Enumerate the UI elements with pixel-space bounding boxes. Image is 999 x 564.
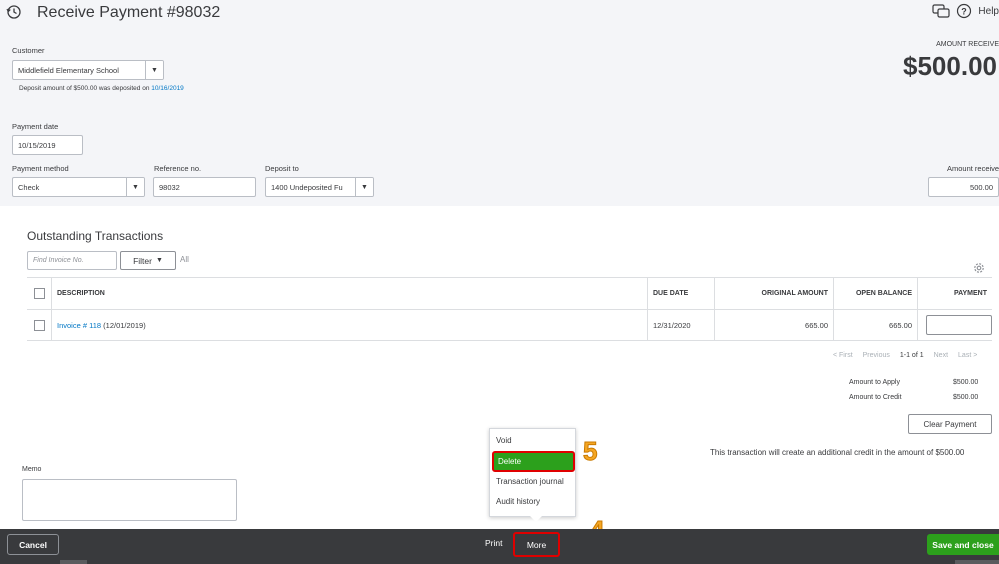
payment-date-label: Payment date <box>12 122 59 131</box>
invoice-date: (12/01/2019) <box>103 320 146 330</box>
column-payment[interactable]: PAYMENT <box>918 278 992 309</box>
pager-range: 1-1 of 1 <box>899 352 924 359</box>
credit-message: This transaction will create an addition… <box>710 448 965 457</box>
pagination: < First Previous 1-1 of 1 Next Last > <box>833 352 977 359</box>
chevron-down-icon[interactable]: ▼ <box>355 178 373 196</box>
row-description: Invoice # 118 (12/01/2019) <box>52 310 648 340</box>
menu-item-delete[interactable]: Delete <box>492 451 575 472</box>
filter-state: All <box>180 255 189 264</box>
print-button[interactable]: Print <box>485 538 502 548</box>
deposit-date-link[interactable]: 10/16/2019 <box>151 85 184 92</box>
amount-received-total: $500.00 <box>903 51 997 81</box>
svg-text:?: ? <box>962 7 968 17</box>
filter-button[interactable]: Filter ▼ <box>120 251 176 270</box>
caret-down-icon: ▼ <box>155 257 163 264</box>
column-open-balance[interactable]: OPEN BALANCE <box>834 278 918 309</box>
chevron-down-icon[interactable]: ▼ <box>145 61 163 79</box>
deposit-note: Deposit amount of $500.00 was deposited … <box>19 85 184 92</box>
payment-date-input[interactable]: 10/15/2019 <box>12 135 83 155</box>
cancel-button[interactable]: Cancel <box>7 534 59 555</box>
step-annotation-5: 5 <box>582 436 598 467</box>
form-header-panel <box>0 0 999 206</box>
customer-label: Customer <box>12 46 45 55</box>
gear-icon[interactable] <box>972 261 986 275</box>
find-invoice-input[interactable]: Find Invoice No. <box>27 251 117 270</box>
amount-received-input[interactable]: 500.00 <box>928 177 999 197</box>
header-actions: ? Help <box>932 3 999 19</box>
amount-received-field-label: Amount receive <box>947 164 999 173</box>
page-title: Receive Payment #98032 <box>37 4 221 21</box>
customer-value: Middlefield Elementary School <box>18 65 119 75</box>
help-icon[interactable]: ? <box>956 3 972 19</box>
menu-pointer <box>530 516 542 522</box>
select-all-checkbox[interactable] <box>33 288 45 299</box>
menu-item-audit-history[interactable]: Audit history <box>496 497 540 506</box>
menu-item-void[interactable]: Void <box>496 436 512 445</box>
chevron-down-icon[interactable]: ▼ <box>126 178 144 196</box>
row-original-amount: 665.00 <box>715 310 834 340</box>
payment-method-select[interactable]: Check ▼ <box>12 177 145 197</box>
help-label[interactable]: Help <box>978 6 999 17</box>
chat-icon[interactable] <box>932 3 951 19</box>
invoice-link[interactable]: Invoice # 118 <box>57 321 101 330</box>
reference-no-input[interactable]: 98032 <box>153 177 256 197</box>
column-original-amount[interactable]: ORIGINAL AMOUNT <box>715 278 834 309</box>
customer-select[interactable]: Middlefield Elementary School ▼ <box>12 60 164 80</box>
deposit-to-select[interactable]: 1400 Undeposited Fu ▼ <box>265 177 374 197</box>
history-icon[interactable] <box>6 4 22 20</box>
pager-first[interactable]: < First <box>833 352 853 359</box>
pager-next[interactable]: Next <box>934 352 948 359</box>
column-description[interactable]: DESCRIPTION <box>52 278 648 309</box>
payment-method-label: Payment method <box>12 164 69 173</box>
row-payment-input[interactable] <box>926 315 992 335</box>
amount-to-apply-label: Amount to Apply <box>849 379 900 386</box>
table-header: DESCRIPTION DUE DATE ORIGINAL AMOUNT OPE… <box>27 277 992 310</box>
payment-number: #98032 <box>166 4 221 21</box>
amount-to-credit-value: $500.00 <box>953 394 979 401</box>
save-and-close-button[interactable]: Save and close <box>927 534 999 555</box>
more-button[interactable]: More <box>513 532 560 557</box>
column-due-date[interactable]: DUE DATE <box>648 278 715 309</box>
amount-received-label: AMOUNT RECEIVE <box>936 41 999 48</box>
more-menu: Void Delete Transaction journal Audit hi… <box>489 428 576 517</box>
menu-item-transaction-journal[interactable]: Transaction journal <box>496 477 564 486</box>
taskbar-item <box>955 560 999 564</box>
memo-textarea[interactable] <box>22 479 237 521</box>
memo-label: Memo <box>22 466 42 473</box>
pager-previous[interactable]: Previous <box>863 352 890 359</box>
table-row: Invoice # 118 (12/01/2019) 12/31/2020 66… <box>27 310 992 341</box>
outstanding-transactions-title: Outstanding Transactions <box>27 229 164 243</box>
row-open-balance: 665.00 <box>834 310 918 340</box>
amount-to-apply-value: $500.00 <box>953 379 979 386</box>
amount-to-credit-label: Amount to Credit <box>849 394 902 401</box>
reference-no-label: Reference no. <box>154 164 202 173</box>
pager-last[interactable]: Last > <box>958 352 977 359</box>
taskbar-item <box>60 560 87 564</box>
row-due-date: 12/31/2020 <box>648 310 715 340</box>
row-checkbox[interactable] <box>33 319 45 331</box>
clear-payment-button[interactable]: Clear Payment <box>908 414 992 434</box>
deposit-to-label: Deposit to <box>265 164 299 173</box>
